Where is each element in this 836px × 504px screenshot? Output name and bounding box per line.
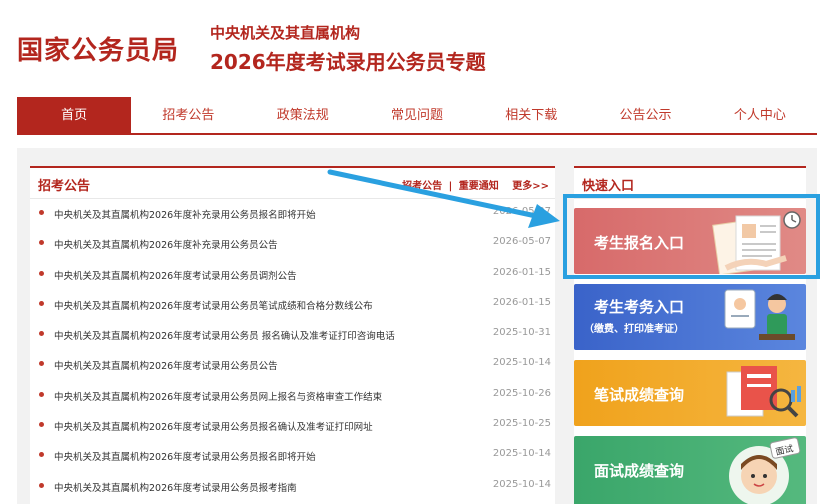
- main-nav: 首页 招考公告 政策法规 常见问题 相关下载 公告公示 个人中心: [17, 97, 817, 135]
- notice-divider: [30, 198, 555, 199]
- notice-tab-separator: |: [448, 181, 453, 192]
- nav-personal-center[interactable]: 个人中心: [703, 97, 817, 133]
- interviewee-icon: 面试: [729, 437, 801, 504]
- nav-home[interactable]: 首页: [17, 97, 132, 133]
- list-item[interactable]: 中央机关及其直属机构2026年度补充录用公务员报名即将开始 2026-05-07: [30, 200, 555, 230]
- notice-link[interactable]: 中央机关及其直属机构2026年度补充录用公务员公告: [54, 237, 278, 251]
- nav-faq[interactable]: 常见问题: [360, 97, 474, 133]
- notice-date: 2026-01-15: [492, 296, 551, 308]
- notice-link[interactable]: 中央机关及其直属机构2026年度考试录用公务员调剂公告: [54, 268, 297, 282]
- list-item[interactable]: 中央机关及其直属机构2026年度考试录用公务员笔试成绩和合格分数线公布 2026-…: [30, 291, 555, 321]
- notice-panel: 招考公告 招考公告 | 重要通知 更多>> 中央机关及其直属机构2026年度补充…: [30, 166, 555, 504]
- computer-user-icon: [724, 289, 795, 340]
- bullet-icon: [39, 482, 44, 488]
- bullet-icon: [39, 270, 44, 276]
- bullet-icon: [39, 452, 44, 458]
- notice-link[interactable]: 中央机关及其直属机构2026年度考试录用公务员公告: [54, 358, 278, 372]
- nav-policy[interactable]: 政策法规: [246, 97, 360, 133]
- quick-entry-title: 快速入口: [582, 179, 635, 194]
- notice-date: 2025-10-14: [492, 478, 551, 490]
- notice-link[interactable]: 中央机关及其直属机构2026年度考试录用公务员报名确认及准考证打印网址: [54, 419, 373, 433]
- notice-date: 2026-05-07: [492, 236, 551, 248]
- exam-affairs-entry-button[interactable]: 考生考务入口 （缴费、打印准考证）: [574, 284, 806, 350]
- written-score-query-label: 笔试成绩查询: [594, 386, 685, 404]
- list-item[interactable]: 中央机关及其直属机构2026年度考试录用公务员公告 2025-10-14: [30, 351, 555, 381]
- notice-link[interactable]: 中央机关及其直属机构2026年度考试录用公务员报名即将开始: [54, 449, 316, 463]
- list-item[interactable]: 中央机关及其直属机构2026年度考试录用公务员 报名确认及准考证打印咨询电话 20…: [30, 321, 555, 351]
- interview-score-query-label: 面试成绩查询: [594, 462, 685, 480]
- notice-date: 2026-01-15: [492, 266, 551, 278]
- list-item[interactable]: 中央机关及其直属机构2026年度考试录用公务员调剂公告 2026-01-15: [30, 261, 555, 291]
- nav-recruit-notice[interactable]: 招考公告: [131, 97, 245, 133]
- bullet-icon: [39, 422, 44, 428]
- notice-tab-recruit[interactable]: 招考公告: [402, 181, 442, 192]
- header-subtitle-main: 2026年度考试录用公务员专题: [210, 50, 486, 74]
- bullet-icon: [39, 331, 44, 337]
- bullet-icon: [39, 361, 44, 367]
- score-report-icon: [726, 366, 801, 418]
- notice-link[interactable]: 中央机关及其直属机构2026年度考试录用公务员笔试成绩和合格分数线公布: [54, 298, 373, 312]
- notice-date: 2025-10-14: [492, 357, 551, 369]
- exam-affairs-entry-label: 考生考务入口: [594, 298, 685, 316]
- written-score-query-button[interactable]: 笔试成绩查询: [574, 360, 806, 426]
- list-item[interactable]: 中央机关及其直属机构2026年度考试录用公务员报名确认及准考证打印网址 2025-…: [30, 412, 555, 442]
- bullet-icon: [39, 300, 44, 306]
- bullet-icon: [39, 240, 44, 246]
- notice-list: 中央机关及其直属机构2026年度补充录用公务员报名即将开始 2026-05-07 …: [30, 200, 555, 503]
- nav-announcements[interactable]: 公告公示: [588, 97, 702, 133]
- exam-affairs-entry-sublabel: （缴费、打印准考证）: [584, 324, 684, 335]
- list-item[interactable]: 中央机关及其直属机构2026年度考试录用公务员报考指南 2025-10-14: [30, 473, 555, 503]
- registration-highlight-frame: [563, 194, 820, 279]
- nav-downloads[interactable]: 相关下载: [474, 97, 588, 133]
- header-subtitle-top: 中央机关及其直属机构: [210, 24, 361, 42]
- notice-date: 2025-10-26: [492, 387, 551, 399]
- list-item[interactable]: 中央机关及其直属机构2026年度考试录用公务员网上报名与资格审查工作结束 2025…: [30, 382, 555, 412]
- list-item[interactable]: 中央机关及其直属机构2026年度补充录用公务员公告 2026-05-07: [30, 230, 555, 260]
- page: 国家公务员局 中央机关及其直属机构 2026年度考试录用公务员专题 首页 招考公…: [0, 0, 836, 504]
- interview-score-query-button[interactable]: 面试成绩查询 面试: [574, 436, 806, 504]
- notice-panel-links: 招考公告 | 重要通知 更多>>: [402, 177, 549, 192]
- notice-tab-important[interactable]: 重要通知: [459, 181, 499, 192]
- notice-date: 2025-10-25: [492, 418, 551, 430]
- notice-link[interactable]: 中央机关及其直属机构2026年度考试录用公务员报考指南: [54, 480, 297, 494]
- notice-date: 2025-10-14: [492, 448, 551, 460]
- notice-link[interactable]: 中央机关及其直属机构2026年度考试录用公务员网上报名与资格审查工作结束: [54, 389, 382, 403]
- notice-link[interactable]: 中央机关及其直属机构2026年度考试录用公务员 报名确认及准考证打印咨询电话: [54, 328, 395, 342]
- header: 国家公务员局 中央机关及其直属机构 2026年度考试录用公务员专题: [0, 0, 836, 97]
- notice-date: 2025-10-31: [492, 327, 551, 339]
- site-logo[interactable]: 国家公务员局: [17, 30, 179, 67]
- notice-date: 2026-05-07: [492, 206, 551, 217]
- notice-link[interactable]: 中央机关及其直属机构2026年度补充录用公务员报名即将开始: [54, 207, 316, 221]
- notice-panel-title: 招考公告: [38, 179, 91, 194]
- bullet-icon: [39, 391, 44, 397]
- list-item[interactable]: 中央机关及其直属机构2026年度考试录用公务员报名即将开始 2025-10-14: [30, 442, 555, 472]
- bullet-icon: [39, 210, 44, 215]
- notice-more-link[interactable]: 更多>>: [512, 181, 549, 192]
